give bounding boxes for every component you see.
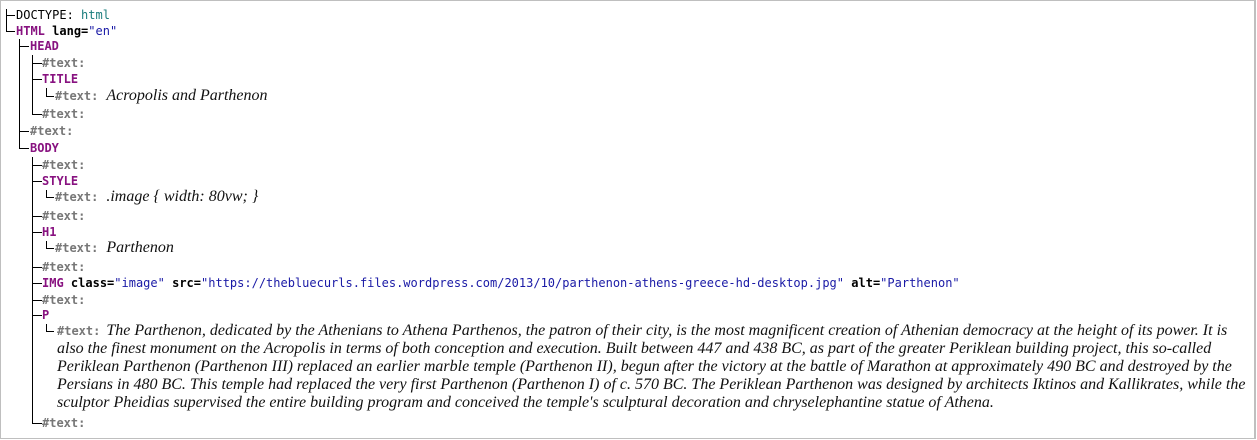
img-class-attr-value: "image" [114,276,165,290]
text-node[interactable]: #text: [42,208,85,225]
h1-text-content: Parthenon [106,239,174,256]
title-tag: TITLE [42,72,79,86]
text-node-label: #text: [42,107,86,121]
text-node-label: #text: [42,260,86,274]
text-node-label: #text: [55,89,99,103]
p-node[interactable]: P [42,307,49,324]
p-text-node[interactable]: #text: The Parthenon, dedicated by the At… [57,322,1247,412]
text-node-label: #text: [57,324,101,338]
img-alt-attr-name: alt [851,276,873,290]
doctype-node[interactable]: DOCTYPE: html [16,7,110,24]
style-text-node[interactable]: #text: .image { width: 80vw; } [55,188,258,205]
head-tag: HEAD [30,39,59,53]
img-class-attr-name: class [70,276,108,290]
equals-sign: = [193,276,202,290]
text-node[interactable]: #text: [42,259,85,276]
body-node[interactable]: BODY [30,140,59,157]
style-tag: STYLE [42,174,79,188]
html-lang-attr-value: "en" [88,24,118,38]
html-tag: HTML [16,24,45,38]
img-src-attr-name: src [172,276,194,290]
text-node[interactable]: #text: [42,55,85,72]
text-node-label: #text: [30,124,74,138]
body-tag: BODY [30,141,59,155]
dom-tree-panel: DOCTYPE: html HTML lang = "en" HEAD #text:… [0,0,1256,439]
doctype-value: html [81,8,110,22]
text-node[interactable]: #text: [42,157,85,174]
style-text-content: .image { width: 80vw; } [106,188,259,205]
img-tag: IMG [42,276,64,290]
head-node[interactable]: HEAD [30,38,59,55]
title-node[interactable]: TITLE [42,71,78,88]
text-node[interactable]: #text: [42,106,85,123]
p-text-content: The Parthenon, dedicated by the Athenian… [57,322,1246,411]
text-node-label: #text: [42,56,86,70]
text-node-label: #text: [55,190,99,204]
p-tag: P [42,308,50,322]
html-lang-attr-name: lang [52,24,82,38]
text-node-label: #text: [42,158,86,172]
doctype-label: DOCTYPE: [16,8,74,22]
text-node-label: #text: [42,416,86,430]
img-src-attr-value[interactable]: "https://thebluecurls.files.wordpress.co… [201,276,844,290]
img-alt-attr-value: "Parthenon" [880,276,960,290]
h1-tag: H1 [42,225,57,239]
title-text-content: Acropolis and Parthenon [106,87,268,104]
title-text-node[interactable]: #text: Acropolis and Parthenon [55,87,268,104]
img-node[interactable]: IMG class="image" src="https://thebluecu… [42,275,960,292]
text-node[interactable]: #text: [30,123,73,140]
h1-text-node[interactable]: #text: Parthenon [55,239,174,256]
text-node-label: #text: [42,293,86,307]
text-node-label: #text: [42,209,86,223]
text-node-label: #text: [55,241,99,255]
text-node[interactable]: #text: [42,415,85,432]
